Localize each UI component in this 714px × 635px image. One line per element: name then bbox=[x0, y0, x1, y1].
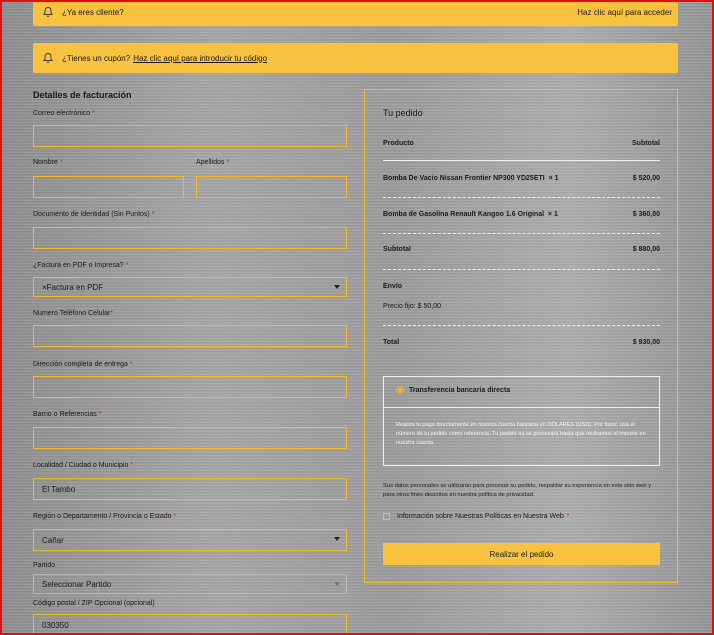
id-field[interactable] bbox=[33, 227, 347, 249]
shipping-row: Envío bbox=[383, 283, 660, 290]
required-mark: * bbox=[566, 513, 570, 520]
address-field[interactable] bbox=[33, 376, 347, 398]
login-link[interactable]: Haz clic aquí para acceder bbox=[577, 8, 672, 17]
subtotal-label: Subtotal bbox=[383, 246, 411, 253]
divider bbox=[383, 160, 660, 161]
region-label: Región o Departamento / Provincia o Esta… bbox=[33, 513, 177, 520]
invoice-select-value: ×Factura en PDF bbox=[42, 282, 104, 292]
product-column-header: Producto bbox=[383, 140, 414, 147]
total-row: Total $ 930,00 bbox=[383, 339, 660, 346]
order-item-name: Bomba De Vacio Nissan Frontier NP300 YD2… bbox=[383, 175, 559, 182]
city-field-value: El Tambo bbox=[42, 484, 76, 494]
subtotal-value: $ 880,00 bbox=[632, 246, 660, 253]
total-value: $ 930,00 bbox=[632, 339, 660, 346]
district-select-value: Seleccionar Partido bbox=[42, 579, 112, 589]
payment-method-option[interactable]: Transferencia bancaria directa bbox=[396, 386, 510, 394]
divider bbox=[383, 197, 660, 198]
order-review-box bbox=[364, 89, 678, 583]
phone-field[interactable] bbox=[33, 325, 347, 347]
terms-label: Información sobre Nuestras Políticas en … bbox=[397, 513, 564, 520]
terms-checkbox[interactable] bbox=[383, 513, 390, 520]
region-select-value: Cañar bbox=[42, 535, 64, 545]
district-select[interactable]: Seleccionar Partido bbox=[33, 574, 347, 594]
payment-description: Realiza tu pago directamente en nuestra … bbox=[396, 422, 646, 446]
terms-checkbox-row[interactable]: Información sobre Nuestras Políticas en … bbox=[383, 513, 570, 520]
email-field[interactable] bbox=[33, 125, 347, 147]
place-order-button[interactable]: Realizar el pedido bbox=[383, 543, 660, 565]
email-label: Correo electrónico * bbox=[33, 110, 95, 117]
last-name-label: Apellidos * bbox=[196, 159, 230, 166]
first-name-label: Nombre * bbox=[33, 159, 63, 166]
total-label: Total bbox=[383, 339, 400, 346]
coupon-text: ¿Tienes un cupón? bbox=[62, 53, 131, 63]
checkout-page: ¿Ya eres cliente? Haz clic aquí para acc… bbox=[0, 0, 714, 635]
divider bbox=[383, 325, 660, 326]
order-item-price: $ 360,00 bbox=[632, 211, 660, 218]
city-field[interactable]: El Tambo bbox=[33, 478, 347, 500]
order-title: Tu pedido bbox=[383, 108, 423, 118]
chevron-down-icon bbox=[334, 582, 340, 586]
returning-customer-banner: ¿Ya eres cliente? Haz clic aquí para acc… bbox=[33, 2, 678, 26]
payment-method-label: Transferencia bancaria directa bbox=[409, 386, 511, 394]
billing-title: Detalles de facturación bbox=[33, 90, 132, 100]
id-label: Documento de Identidad (Sin Puntos) * bbox=[33, 211, 155, 218]
invoice-select[interactable]: ×Factura en PDF bbox=[33, 277, 347, 297]
first-name-field[interactable] bbox=[33, 176, 184, 198]
chevron-down-icon bbox=[334, 537, 340, 541]
invoice-label: ¿Factura en PDF o Impresa? * bbox=[33, 262, 129, 269]
order-item-row: Bomba De Vacio Nissan Frontier NP300 YD2… bbox=[383, 175, 660, 182]
order-item-price: $ 520,00 bbox=[632, 175, 660, 182]
coupon-link[interactable]: Haz clic aquí para introducir tu código bbox=[133, 54, 267, 63]
postcode-label: Código postal / ZIP Opcional (opcional) bbox=[33, 600, 155, 607]
subtotal-row: Subtotal $ 880,00 bbox=[383, 246, 660, 253]
order-item-row: Bomba de Gasolina Renault Kangoo 1.6 Ori… bbox=[383, 211, 660, 218]
order-table-header: Producto Subtotal bbox=[383, 140, 660, 147]
shipping-method-value: Precio fijo: $ 50,00 bbox=[383, 303, 441, 310]
region-select[interactable]: Cañar bbox=[33, 529, 347, 551]
privacy-notice: Sus datos personales se utilizarán para … bbox=[383, 483, 652, 498]
address-label: Dirección completa de entrega * bbox=[33, 361, 133, 368]
coupon-banner: ¿Tienes un cupón? Haz clic aquí para int… bbox=[33, 43, 678, 73]
neighborhood-label: Barrio o Referencias * bbox=[33, 411, 102, 418]
city-label: Localidad / Ciudad o Municipio * bbox=[33, 462, 134, 469]
shipping-label: Envío bbox=[383, 283, 403, 290]
postcode-field[interactable]: 030350 bbox=[33, 614, 347, 633]
divider bbox=[383, 269, 660, 270]
district-label: Partido bbox=[33, 562, 56, 569]
divider bbox=[384, 407, 659, 408]
phone-label: Numero Teléfono Celular* bbox=[33, 310, 114, 317]
neighborhood-field[interactable] bbox=[33, 427, 347, 449]
last-name-field[interactable] bbox=[196, 176, 347, 198]
bell-icon bbox=[43, 7, 53, 17]
order-item-name: Bomba de Gasolina Renault Kangoo 1.6 Ori… bbox=[383, 211, 558, 218]
returning-customer-text: ¿Ya eres cliente? bbox=[62, 7, 124, 17]
divider bbox=[383, 233, 660, 234]
subtotal-column-header: Subtotal bbox=[632, 140, 660, 147]
postcode-field-value: 030350 bbox=[42, 620, 69, 630]
payment-radio[interactable] bbox=[396, 386, 404, 394]
chevron-down-icon bbox=[334, 285, 340, 289]
bell-icon bbox=[43, 53, 53, 63]
shipping-method: Precio fijo: $ 50,00 bbox=[383, 303, 660, 310]
